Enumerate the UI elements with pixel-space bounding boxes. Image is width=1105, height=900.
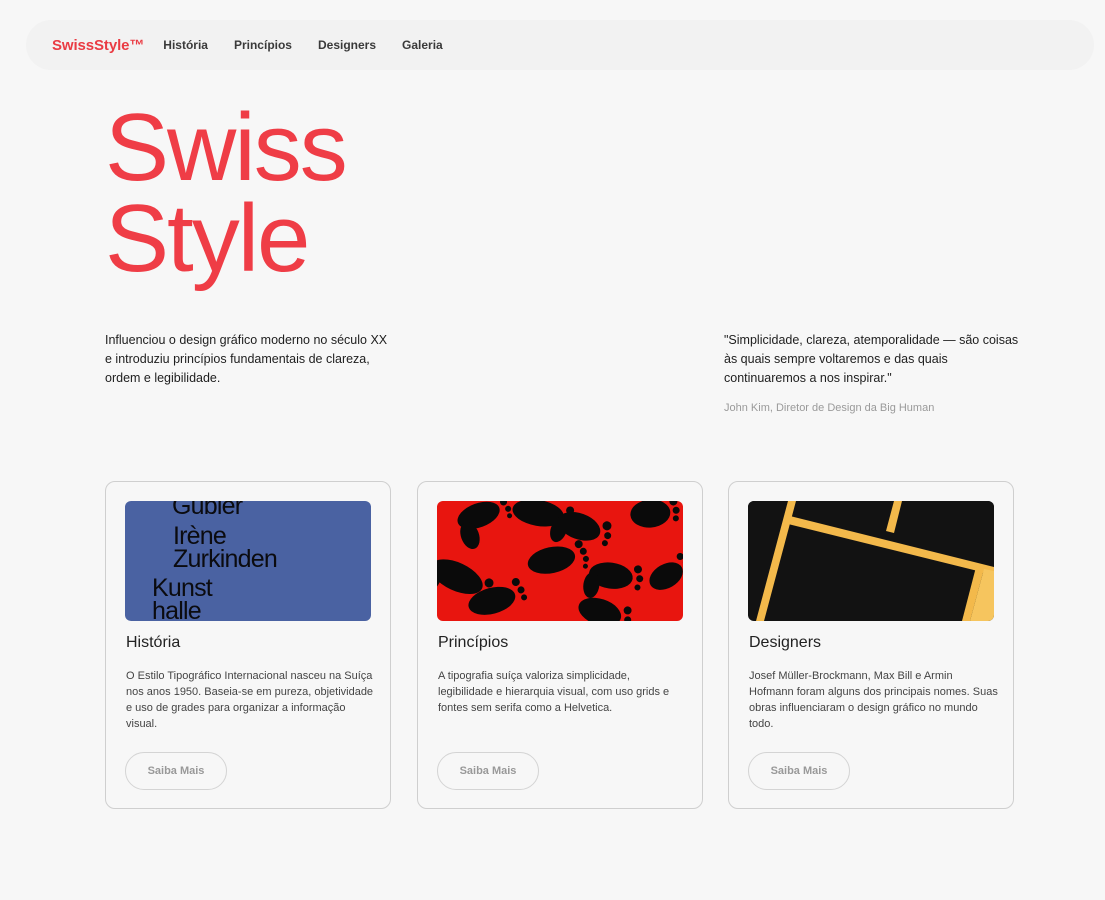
- quote-author: John Kim, Diretor de Design da Big Human: [724, 402, 935, 414]
- hero-title: Swiss Style: [105, 94, 348, 292]
- brand-logo[interactable]: SwissStyle™: [52, 37, 144, 54]
- saiba-mais-button[interactable]: Saiba Mais: [748, 752, 850, 790]
- saiba-mais-button[interactable]: Saiba Mais: [125, 752, 227, 790]
- poster-word: halle: [152, 597, 202, 621]
- intro-text: Influenciou o design gráfico moderno no …: [105, 333, 388, 385]
- hero-title-line-1: Swiss: [105, 94, 348, 201]
- card-text: A tipografia suíça valoriza simplicidade…: [438, 670, 670, 714]
- card-title: Princípios: [438, 634, 509, 651]
- principios-footprints-image: [437, 501, 683, 621]
- footprints-graphic: [437, 501, 683, 621]
- quote-text: "Simplicidade, clareza, atemporalidade —…: [724, 333, 1019, 385]
- poster-word: Zurkinden: [173, 545, 278, 573]
- card-title: Designers: [749, 634, 822, 651]
- nav-link-historia[interactable]: História: [163, 38, 208, 52]
- poster-word: Gubler: [172, 501, 243, 520]
- nav-link-designers[interactable]: Designers: [318, 38, 376, 52]
- card-historia: Gubler Irène Zurkinden Kunst halle Histó…: [105, 481, 391, 809]
- card-text: O Estilo Tipográfico Internacional nasce…: [126, 670, 374, 730]
- designers-grid-image: [748, 501, 994, 621]
- historia-poster-image: Gubler Irène Zurkinden Kunst halle: [125, 501, 371, 621]
- grid-graphic: [748, 501, 994, 621]
- saiba-mais-button[interactable]: Saiba Mais: [437, 752, 539, 790]
- card-text: Josef Müller-Brockmann, Max Bill e Armin…: [749, 670, 998, 730]
- top-nav: SwissStyle™ História Princípios Designer…: [26, 20, 1094, 70]
- card-principios: Princípios A tipografia suíça valoriza s…: [417, 481, 703, 809]
- card-title: História: [126, 634, 181, 651]
- card-designers: Designers Josef Müller-Brockmann, Max Bi…: [728, 481, 1014, 809]
- nav-link-galeria[interactable]: Galeria: [402, 38, 443, 52]
- nav-link-principios[interactable]: Princípios: [234, 38, 292, 52]
- hero-title-line-2: Style: [105, 185, 310, 292]
